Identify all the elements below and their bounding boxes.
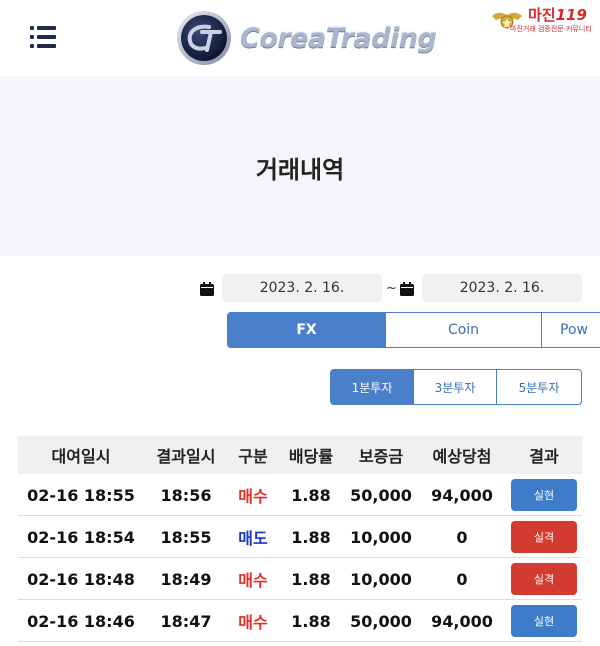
header-odds: 배당률 — [288, 447, 334, 466]
header-result-time: 결과일시 — [156, 447, 216, 466]
header-result: 결과 — [529, 447, 559, 466]
table-row: 02-16 18:46 18:47 매수 1.88 50,000 94,000 … — [18, 600, 582, 642]
header-rent-time: 대여일시 — [51, 447, 111, 466]
cell-type-sell: 매도 — [238, 529, 268, 548]
cell-odds: 1.88 — [291, 527, 331, 547]
trade-history-table: 대여일시 결과일시 구분 배당률 보증금 예상당첨 결과 02-16 18:55… — [18, 436, 582, 642]
end-date-input[interactable]: 2023. 2. 16. — [422, 274, 582, 302]
cell-deposit: 10,000 — [350, 569, 412, 589]
table-row: 02-16 18:54 18:55 매도 1.88 10,000 0 실격 — [18, 516, 582, 558]
badge-title: 마진119 — [528, 6, 587, 24]
header-type: 구분 — [238, 447, 268, 466]
logo[interactable]: CoreaTrading — [176, 10, 437, 66]
cell-result: 실격 — [506, 516, 582, 558]
community-badge[interactable]: 마진119 마진거래 검증전문 커뮤니티 — [488, 4, 592, 38]
header-deposit: 보증금 — [358, 447, 404, 466]
tab-3min[interactable]: 3분투자 — [413, 369, 497, 405]
menu-icon[interactable] — [30, 26, 56, 48]
table-row: 02-16 18:55 18:56 매수 1.88 50,000 94,000 … — [18, 474, 582, 516]
badge-subtitle: 마진거래 검증전문 커뮤니티 — [510, 25, 592, 33]
cell-rent-time: 02-16 18:54 — [27, 527, 135, 547]
cell-expected: 0 — [456, 569, 468, 589]
cell-result-time: 18:49 — [160, 569, 212, 589]
cell-rent-time: 02-16 18:55 — [27, 485, 135, 505]
cell-rent-time: 02-16 18:48 — [27, 569, 135, 589]
tab-1min[interactable]: 1분투자 — [330, 369, 414, 405]
cell-type-buy: 매수 — [238, 613, 268, 632]
logo-text: CoreaTrading — [240, 22, 437, 54]
date-separator: ~ — [386, 281, 397, 296]
result-win-button[interactable]: 실현 — [511, 479, 577, 511]
cell-expected: 94,000 — [431, 611, 493, 631]
cell-expected: 0 — [456, 527, 468, 547]
calendar-icon[interactable] — [200, 282, 214, 296]
header-expected: 예상당첨 — [432, 447, 492, 466]
tab-coin[interactable]: Coin — [385, 312, 542, 348]
cell-result: 실격 — [506, 558, 582, 600]
cell-deposit: 10,000 — [350, 527, 412, 547]
cell-result-time: 18:55 — [160, 527, 212, 547]
cell-result-time: 18:47 — [160, 611, 212, 631]
cell-result-time: 18:56 — [160, 485, 212, 505]
cell-type-buy: 매수 — [238, 571, 268, 590]
header: CoreaTrading 마진119 마진거래 검증전문 커뮤니티 — [0, 0, 600, 76]
page-title: 거래내역 — [255, 156, 345, 184]
result-lose-button[interactable]: 실격 — [511, 521, 577, 553]
cell-rent-time: 02-16 18:46 — [27, 611, 135, 631]
tab-fx[interactable]: FX — [227, 312, 386, 348]
cell-expected: 94,000 — [431, 485, 493, 505]
cell-odds: 1.88 — [291, 611, 331, 631]
market-tabs: FX Coin Pow — [227, 312, 600, 348]
cell-result: 실현 — [506, 474, 582, 516]
logo-emblem-icon — [177, 11, 231, 65]
cell-odds: 1.88 — [291, 569, 331, 589]
cell-deposit: 50,000 — [350, 485, 412, 505]
tab-power[interactable]: Pow — [541, 312, 600, 348]
table-header: 대여일시 결과일시 구분 배당률 보증금 예상당첨 결과 — [18, 436, 582, 474]
result-lose-button[interactable]: 실격 — [511, 563, 577, 595]
cell-deposit: 50,000 — [350, 611, 412, 631]
cell-result: 실현 — [506, 600, 582, 642]
calendar-icon[interactable] — [400, 282, 414, 296]
cell-type-buy: 매수 — [238, 487, 268, 506]
cell-odds: 1.88 — [291, 485, 331, 505]
result-win-button[interactable]: 실현 — [511, 605, 577, 637]
start-date-input[interactable]: 2023. 2. 16. — [222, 274, 382, 302]
table-row: 02-16 18:48 18:49 매수 1.88 10,000 0 실격 — [18, 558, 582, 600]
tab-5min[interactable]: 5분투자 — [496, 369, 582, 405]
